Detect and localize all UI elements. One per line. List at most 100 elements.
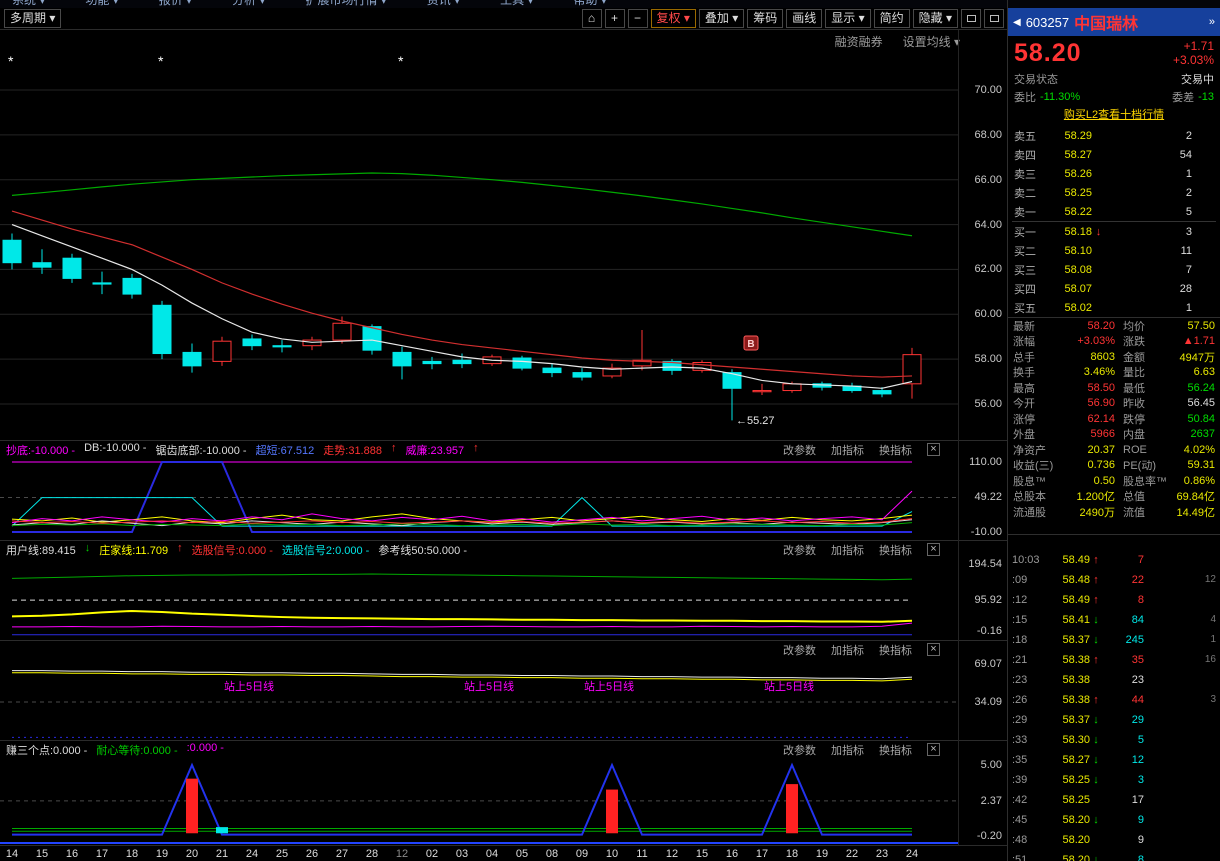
indicator-panel-4[interactable]: [0, 758, 1008, 845]
tick-time: :09: [1012, 573, 1028, 586]
menu-item[interactable]: 帮助 ▾: [574, 0, 607, 8]
menu-item[interactable]: 报价 ▾: [159, 0, 192, 8]
panel-control-换指标[interactable]: 换指标: [879, 642, 912, 658]
panel-control-加指标[interactable]: 加指标: [831, 542, 864, 558]
stat-label: 外盘: [1013, 429, 1035, 442]
last-price: 58.20: [1014, 38, 1082, 67]
stat-label: 换手: [1013, 367, 1035, 380]
indicator-value: 庄家线:11.709: [99, 544, 169, 557]
orderbook-row: 卖一 58.22 5: [1008, 202, 1220, 221]
menu-item[interactable]: 扩展市场行情 ▾: [305, 0, 386, 8]
orderbook-price: 58.18: [1064, 225, 1092, 238]
stat-label: 均价: [1123, 320, 1145, 333]
panel-control-改参数[interactable]: 改参数: [783, 442, 816, 458]
axis-label: 66.00: [974, 173, 1002, 186]
panel-control-改参数[interactable]: 改参数: [783, 542, 816, 558]
tick-price: 58.41: [1062, 613, 1090, 626]
toolbar-button-叠加[interactable]: 叠加 ▾: [698, 9, 745, 28]
date-label: 16: [725, 848, 739, 860]
indicator-panel-3[interactable]: 站上5日线 站上5日线 站上5日线 站上5日线: [0, 658, 1008, 740]
stat-label: 涨跌: [1123, 336, 1145, 349]
indicator-value: 超短:67.512: [255, 444, 315, 457]
chevron-down-icon: ▾: [49, 11, 56, 25]
tick-price: 58.20: [1062, 853, 1090, 861]
menu-item[interactable]: 分析 ▾: [232, 0, 265, 8]
stats-row: 换手 3.46% 量比 6.63: [1008, 365, 1220, 381]
period-dropdown[interactable]: 多周期 ▾: [4, 9, 62, 28]
panel1-indicator-values: 抄底:-10.000 - DB:-10.000 - 锯齿底部:-10.000 - 超短…: [6, 442, 479, 458]
tick-row: :39 58.25 ↓ 3: [1008, 770, 1220, 790]
stat-value: 14.49亿: [1176, 506, 1215, 519]
quote-panel: ◀ 603257 中国瑞林 » 58.20 +1.71 +3.03% 交易状态 …: [1008, 8, 1220, 861]
orderbook-level-label: 卖一: [1014, 206, 1036, 219]
zoom-out-icon[interactable]: −: [627, 9, 648, 28]
panel-control-加指标[interactable]: 加指标: [831, 442, 864, 458]
tick-price: 58.38: [1062, 673, 1090, 686]
weicha-value: -13: [1198, 91, 1214, 103]
menu-item[interactable]: 系统 ▾: [12, 0, 45, 8]
stat-value: 69.84亿: [1176, 491, 1215, 504]
toolbar-button-隐藏[interactable]: 隐藏 ▾: [912, 9, 958, 28]
toolbar-button-画线[interactable]: 画线: [786, 9, 823, 28]
home-icon[interactable]: ⌂: [581, 9, 602, 28]
toolbar-button-简约[interactable]: 简约: [873, 9, 910, 28]
orderbook-price: 58.25: [1064, 186, 1092, 199]
toolbar-button-显示[interactable]: 显示 ▾: [825, 9, 871, 28]
menu-item[interactable]: 工具 ▾: [500, 0, 533, 8]
fullscreen-icon[interactable]: [984, 9, 1004, 28]
tick-volume: 44: [1131, 693, 1144, 706]
tick-row: :18 58.37 ↓ 245 1: [1008, 630, 1220, 650]
price-change-pct: +3.03%: [1172, 53, 1214, 67]
tick-direction-icon: ↓: [1093, 713, 1099, 726]
stat-value: 56.24: [1187, 381, 1215, 394]
restore-window-icon[interactable]: [961, 9, 981, 28]
toolbar-button-复权[interactable]: 复权 ▾: [650, 9, 696, 28]
indicator-panel-2[interactable]: [0, 558, 1008, 640]
panel3-header: 改参数 加指标 换指标 ×: [0, 640, 1008, 658]
panel-control-换指标[interactable]: 换指标: [879, 542, 912, 558]
indicator-value: 锯齿底部:-10.000 -: [155, 444, 247, 457]
axis-label: -0.20: [976, 830, 1002, 842]
close-panel-icon[interactable]: ×: [927, 743, 940, 756]
panel2-header: 用户线:89.415 ↓ 庄家线:11.709 ↑ 选股信号:0.000 - 选股信号2:…: [0, 540, 1008, 558]
tick-list[interactable]: 10:03 58.49 ↑ 7:09 58.48 ↑ 22 12:12 58.49 ↑ 8:15 58…: [1008, 550, 1220, 861]
orderbook-price: 58.02: [1064, 301, 1092, 314]
orderbook-row: 买四 58.07 28: [1008, 279, 1220, 298]
panel-control-换指标[interactable]: 换指标: [879, 742, 912, 758]
collapse-left-icon[interactable]: ◀: [1013, 17, 1021, 28]
stat-label: 总值: [1123, 491, 1145, 504]
panel-control-改参数[interactable]: 改参数: [783, 642, 816, 658]
close-panel-icon[interactable]: ×: [927, 443, 940, 456]
date-label: 24: [905, 848, 919, 860]
zoom-in-icon[interactable]: +: [604, 9, 625, 28]
panel-control-换指标[interactable]: 换指标: [879, 442, 912, 458]
panel-control-加指标[interactable]: 加指标: [831, 742, 864, 758]
indicator-panel-1[interactable]: [0, 458, 1008, 538]
close-panel-icon[interactable]: ×: [927, 543, 940, 556]
stat-label: ROE: [1123, 443, 1147, 456]
panel2-indicator-values: 用户线:89.415 ↓ 庄家线:11.709 ↑ 选股信号:0.000 - 选股信号2:…: [6, 542, 467, 558]
svg-text:*: *: [158, 53, 164, 69]
stats-row: 今开 56.90 昨收 56.45: [1008, 396, 1220, 412]
tick-volume: 5: [1137, 733, 1144, 746]
date-label: 15: [35, 848, 49, 860]
main-candlestick-chart[interactable]: * * * B ←55.27: [0, 30, 1008, 440]
tick-price: 58.27: [1062, 753, 1090, 766]
menu-item[interactable]: 资讯 ▾: [427, 0, 460, 8]
orderbook-price: 58.07: [1064, 282, 1092, 295]
status-value: 交易中: [1181, 74, 1214, 86]
toolbar-button-筹码[interactable]: 筹码: [747, 9, 784, 28]
stat-label: 总股本: [1013, 491, 1046, 504]
menu-bar-items: 系统 ▾ 功能 ▾ 报价 ▾ 分析 ▾ 扩展市场行情 ▾ 资讯 ▾ 工具 ▾ 帮助 ▾: [0, 0, 1220, 8]
next-stock-icon[interactable]: »: [1209, 16, 1215, 28]
menu-item[interactable]: 功能 ▾: [85, 0, 118, 8]
stat-value: 0.50: [1093, 474, 1115, 487]
l2-link[interactable]: 购买L2查看十档行情: [1064, 109, 1164, 121]
panel-control-加指标[interactable]: 加指标: [831, 642, 864, 658]
stat-label: 总手: [1013, 351, 1035, 364]
period-dropdown-label: 多周期: [10, 11, 47, 25]
axis-label: -0.16: [976, 625, 1002, 637]
svg-text:站上5日线: 站上5日线: [464, 679, 514, 693]
panel-control-改参数[interactable]: 改参数: [783, 742, 816, 758]
close-panel-icon[interactable]: ×: [927, 643, 940, 656]
